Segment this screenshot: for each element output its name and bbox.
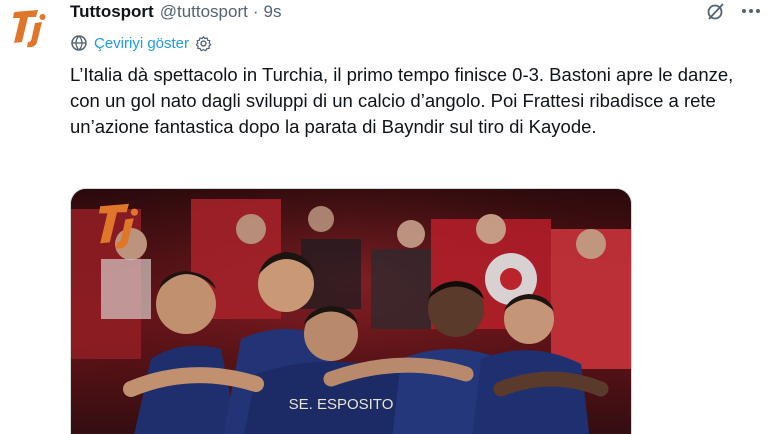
header-actions (706, 0, 762, 22)
tweet-timestamp[interactable]: 9s (264, 2, 282, 22)
jersey-name: SE. ESPOSITO (289, 396, 394, 413)
tweet-text: L’Italia dà spettacolo in Turchia, il pr… (70, 64, 734, 137)
tuttosport-logo-icon (8, 6, 52, 50)
tweet-body: Tuttosport @tuttosport · 9s Çeviriyi gös… (70, 0, 770, 140)
photo-icon: SE. ESPOSITO (71, 189, 631, 434)
user-handle[interactable]: @tuttosport (160, 2, 248, 22)
grok-icon[interactable] (706, 1, 726, 21)
settings-icon[interactable] (195, 35, 212, 52)
tweet[interactable]: Tuttosport @tuttosport · 9s Çeviriyi gös… (0, 0, 770, 434)
more-icon[interactable] (740, 1, 762, 21)
avatar[interactable] (8, 6, 52, 50)
tweet-photo[interactable]: SE. ESPOSITO (70, 188, 632, 434)
translate-label[interactable]: Çeviriyi göster (94, 35, 189, 52)
globe-icon (70, 34, 88, 52)
display-name[interactable]: Tuttosport (70, 2, 154, 22)
tweet-header: Tuttosport @tuttosport · 9s (70, 0, 770, 24)
header-separator: · (252, 2, 259, 21)
translate-link[interactable]: Çeviriyi göster (70, 30, 770, 56)
